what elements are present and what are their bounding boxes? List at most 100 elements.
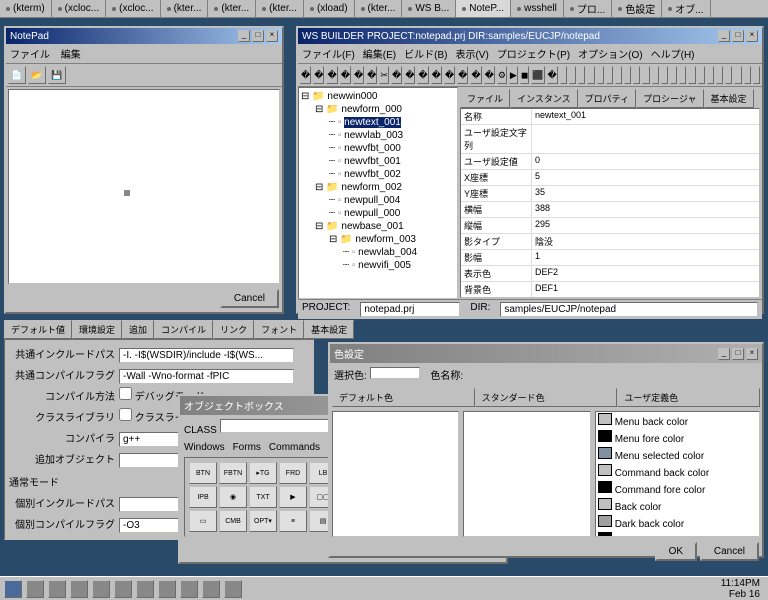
toolbar-icon[interactable]: � [353, 66, 364, 84]
taskbar-tab[interactable]: (xload) [304, 0, 355, 17]
property-tab[interactable]: プロパティ [578, 89, 636, 108]
tree-item[interactable]: ⊟ 📁 newform_003 [301, 233, 455, 246]
color-swatch[interactable] [598, 498, 612, 510]
prop-value[interactable] [531, 125, 759, 153]
prop-value[interactable]: 5 [531, 170, 759, 185]
object-button[interactable]: ▶ [279, 486, 307, 508]
menu-item[interactable]: ファイル(F) [302, 50, 355, 61]
toolbar-icon[interactable]: � [484, 66, 495, 84]
toolbar-icon[interactable] [560, 66, 567, 84]
prop-value[interactable]: DEF1 [531, 282, 759, 297]
color-row[interactable]: Menu fore color [596, 429, 759, 446]
color-swatch[interactable] [598, 413, 612, 425]
minimize-button[interactable]: _ [718, 30, 730, 42]
task-icon[interactable] [48, 580, 66, 598]
object-button[interactable]: ≡ [279, 510, 307, 532]
object-button[interactable]: IPB [189, 486, 217, 508]
tree-item[interactable]: ⊟ 📁 newform_000 [301, 103, 455, 116]
task-icon[interactable] [26, 580, 44, 598]
config-tab[interactable]: 環境設定 [72, 320, 122, 339]
color-swatch[interactable] [598, 532, 612, 537]
color-row[interactable]: Fore color [596, 531, 759, 537]
tree-item[interactable]: ┈ ▫ newvlab_003 [301, 129, 455, 142]
color-swatch[interactable] [598, 481, 612, 493]
toolbar-icon[interactable]: ▶ [509, 66, 518, 84]
task-icon[interactable] [158, 580, 176, 598]
menu-item[interactable]: ビルド(B) [404, 50, 447, 61]
config-tab[interactable]: 追加 [122, 320, 154, 339]
cancel-button[interactable]: Cancel [220, 289, 279, 308]
color-row[interactable]: Command back color [596, 463, 759, 480]
config-tab[interactable]: コンパイル [154, 320, 213, 339]
tree-item[interactable]: ┈ ▫ newvfbt_000 [301, 142, 455, 155]
objbox-tab[interactable]: Commands [269, 442, 320, 453]
tree-item[interactable]: ┈ ▫ newvfbt_001 [301, 155, 455, 168]
kde-icon[interactable] [4, 580, 22, 598]
tree-item[interactable]: ┈ ▫ newvfbt_002 [301, 168, 455, 181]
section-standard[interactable]: スタンダード色 [475, 388, 618, 407]
user-color-list[interactable]: Menu back color Menu fore color Menu sel… [595, 411, 760, 537]
prop-value[interactable]: 0 [531, 154, 759, 169]
object-button[interactable]: FBTN [219, 462, 247, 484]
color-swatch[interactable] [598, 515, 612, 527]
tree-item[interactable]: ⊟ 📁 newform_002 [301, 181, 455, 194]
section-user[interactable]: ユーザ定義色 [617, 388, 760, 407]
prop-value[interactable]: 388 [531, 202, 759, 217]
config-tab[interactable]: フォント [254, 320, 304, 339]
toolbar-icon[interactable] [734, 66, 741, 84]
taskbar-tab[interactable]: オブ... [662, 0, 710, 17]
prop-value[interactable]: 35 [531, 186, 759, 201]
toolbar-icon[interactable] [587, 66, 594, 84]
property-tab[interactable]: ファイル [460, 89, 510, 108]
toolbar-icon[interactable] [569, 66, 576, 84]
ok-button[interactable]: OK [655, 542, 697, 561]
object-button[interactable]: CMB [219, 510, 247, 532]
color-row[interactable]: Menu back color [596, 412, 759, 429]
tree-item[interactable]: ┈ ▫ newpull_004 [301, 194, 455, 207]
object-button[interactable]: ▭ [189, 510, 217, 532]
property-tab[interactable]: プロシージャ [636, 89, 703, 108]
text-input[interactable] [119, 348, 294, 363]
toolbar-save-icon[interactable]: 💾 [48, 66, 66, 84]
tree-item[interactable]: ┈ ▫ newpull_000 [301, 207, 455, 220]
toolbar-icon[interactable] [725, 66, 732, 84]
objbox-tab[interactable]: Windows [184, 442, 225, 453]
task-icon[interactable] [136, 580, 154, 598]
color-row[interactable]: Back color [596, 497, 759, 514]
object-button[interactable]: OPT▾ [249, 510, 277, 532]
toolbar-icon[interactable] [578, 66, 585, 84]
task-icon[interactable] [224, 580, 242, 598]
toolbar-icon[interactable]: � [404, 66, 415, 84]
object-button[interactable]: ▸TG [249, 462, 277, 484]
maximize-button[interactable]: □ [252, 30, 264, 42]
taskbar-tab[interactable]: (kter... [208, 0, 256, 17]
taskbar-tab[interactable]: NoteP... [456, 0, 511, 17]
object-button[interactable]: BTN [189, 462, 217, 484]
color-swatch[interactable] [598, 430, 612, 442]
color-swatch[interactable] [598, 447, 612, 459]
section-default[interactable]: デフォルト色 [332, 388, 475, 407]
task-icon[interactable] [92, 580, 110, 598]
toolbar-icon[interactable]: � [444, 66, 455, 84]
close-button[interactable]: × [746, 348, 758, 360]
property-tab[interactable]: インスタンス [510, 89, 578, 108]
toolbar-icon[interactable] [716, 66, 723, 84]
config-tab[interactable]: デフォルト値 [4, 320, 72, 339]
toolbar-icon[interactable]: � [300, 66, 311, 84]
tree-root[interactable]: ⊟ 📁 newwin000 [301, 90, 455, 103]
toolbar-icon[interactable] [679, 66, 686, 84]
taskbar-tab[interactable]: (kter... [256, 0, 304, 17]
toolbar-icon[interactable]: ◼ [520, 66, 529, 84]
menu-file[interactable]: ファイル [10, 50, 50, 61]
project-tree[interactable]: ⊟ 📁 newwin000⊟ 📁 newform_000┈ ▫ newtext_… [298, 87, 458, 299]
property-tab[interactable]: 基本設定 [704, 89, 754, 108]
maximize-button[interactable]: □ [732, 30, 744, 42]
menu-edit[interactable]: 編集 [61, 50, 81, 61]
menu-item[interactable]: プロジェクト(P) [497, 50, 570, 61]
toolbar-icon[interactable] [661, 66, 668, 84]
color-row[interactable]: Dark back color [596, 514, 759, 531]
close-button[interactable]: × [746, 30, 758, 42]
toolbar-icon[interactable]: ⬛ [531, 66, 544, 84]
toolbar-icon[interactable] [615, 66, 622, 84]
toolbar-icon[interactable]: � [470, 66, 481, 84]
